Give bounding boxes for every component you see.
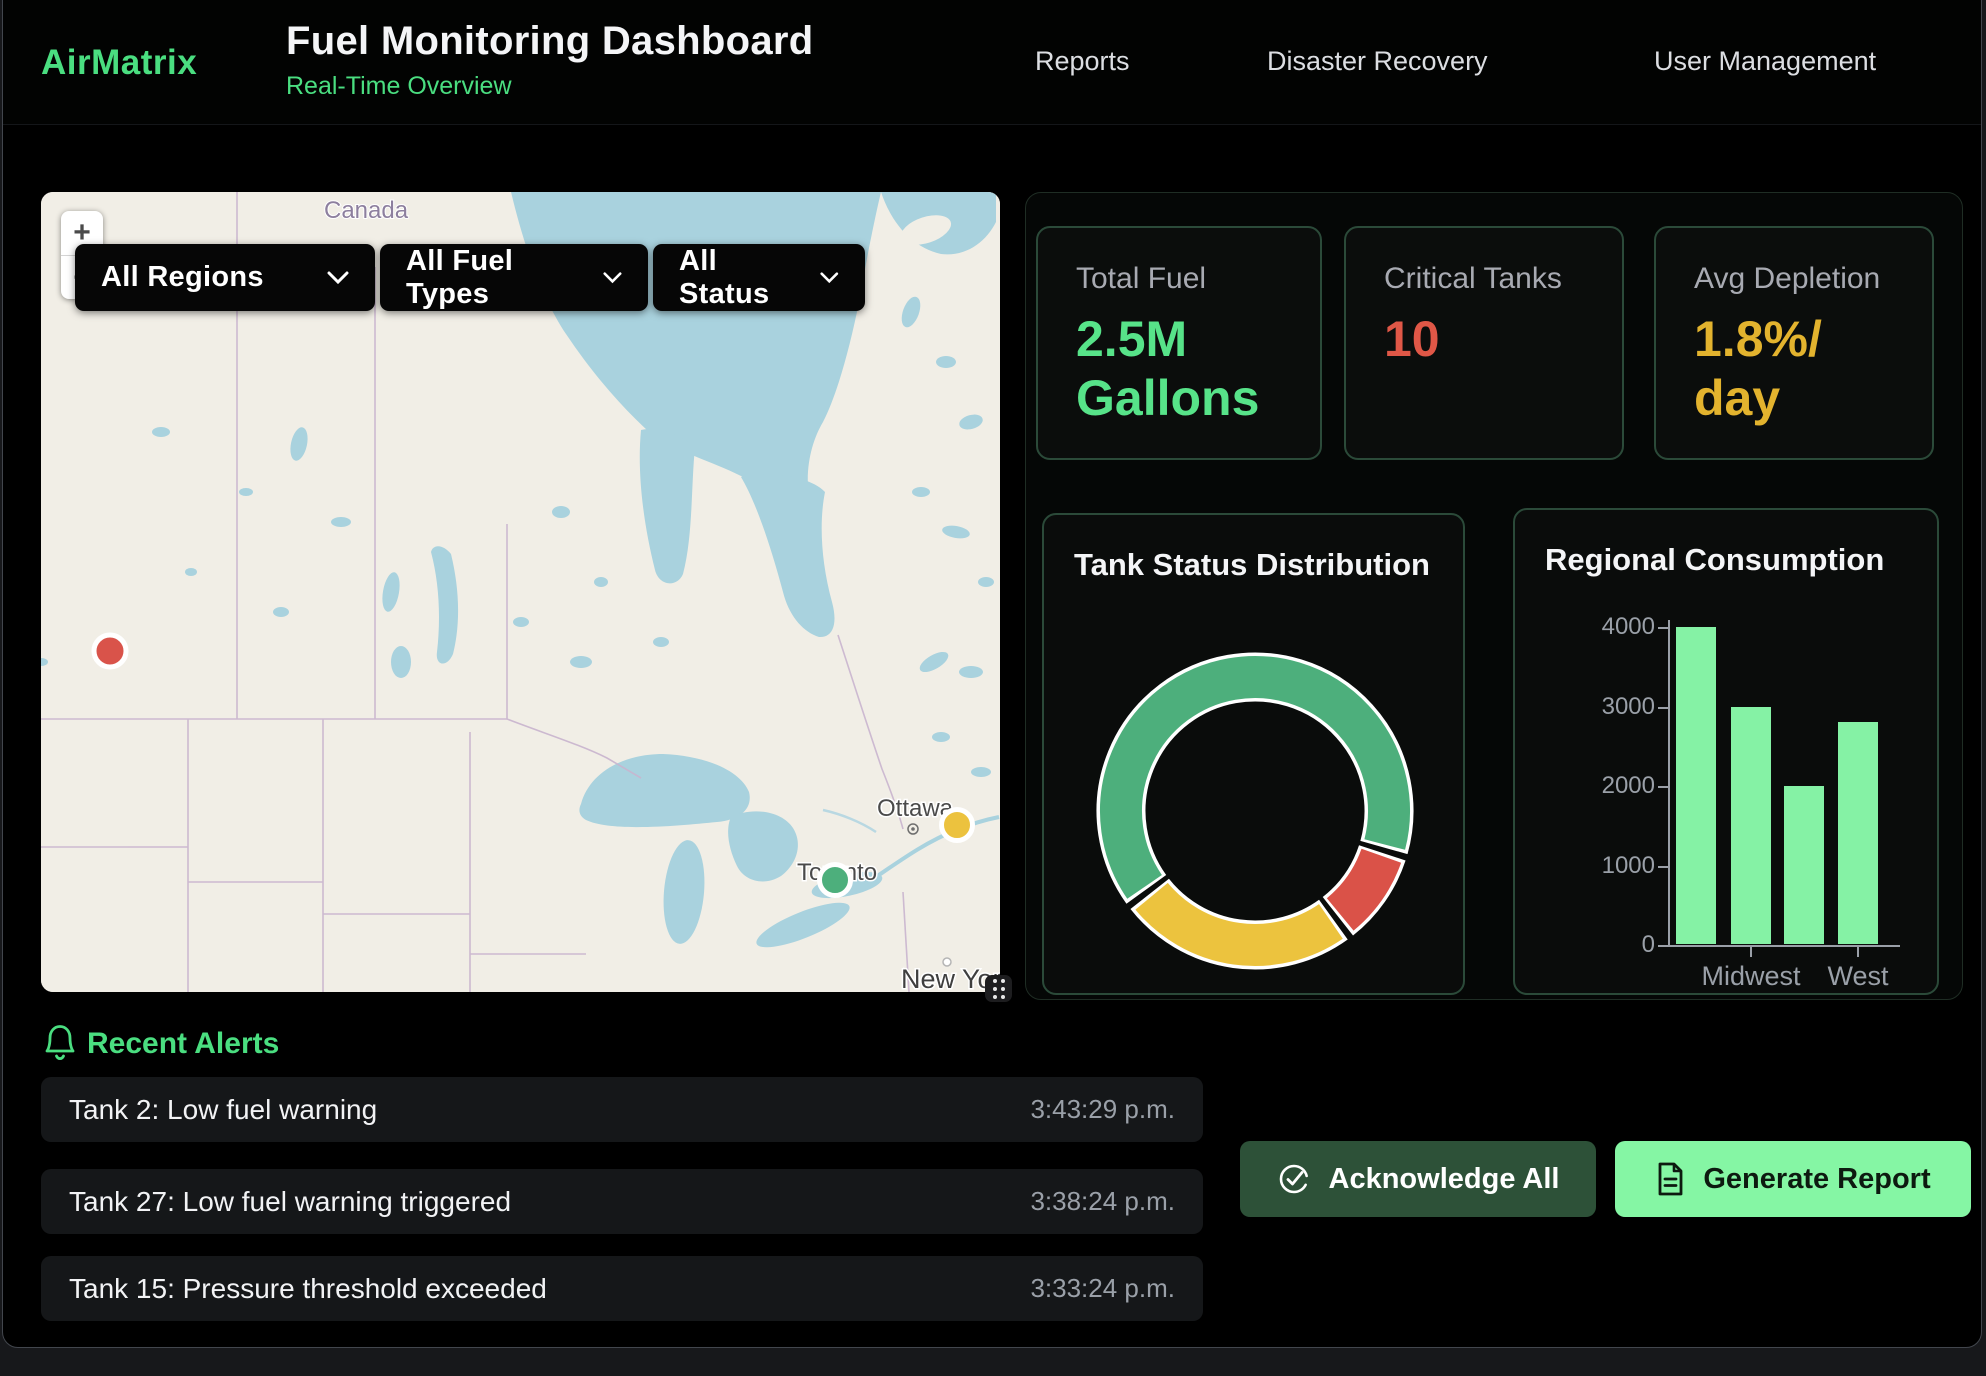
nav-disaster-recovery[interactable]: Disaster Recovery (1267, 0, 1488, 124)
alert-message: Tank 27: Low fuel warning triggered (69, 1186, 511, 1218)
alerts-section-title: Recent Alerts (87, 1027, 279, 1061)
donut-segment-normal (1121, 677, 1389, 887)
brand-logo: AirMatrix (41, 43, 197, 83)
nav-user-management[interactable]: User Management (1654, 0, 1876, 124)
status-filter-select[interactable]: All Status (653, 244, 865, 311)
x-tick-mark (1750, 947, 1752, 957)
stat-value: 1.8%/day (1694, 310, 1894, 428)
tank-status-donut-chart (1085, 641, 1425, 981)
button-label: Acknowledge All (1329, 1163, 1560, 1196)
stat-value: 10 (1384, 310, 1584, 369)
acknowledge-all-button[interactable]: Acknowledge All (1240, 1141, 1596, 1217)
stat-label: Total Fuel (1076, 262, 1282, 296)
generate-report-button[interactable]: Generate Report (1615, 1141, 1971, 1217)
screen: AirMatrix Fuel Monitoring Dashboard Real… (0, 0, 1986, 1376)
stat-label: Critical Tanks (1384, 262, 1584, 296)
y-tick-label: 0 (1545, 931, 1655, 959)
bar (1731, 707, 1771, 945)
stat-value: 2.5MGallons (1076, 310, 1282, 428)
nav-reports[interactable]: Reports (1035, 0, 1130, 124)
regional-consumption-panel: Regional Consumption 01000200030004000Mi… (1513, 508, 1939, 995)
alert-row: Tank 27: Low fuel warning triggered 3:38… (41, 1169, 1203, 1234)
alert-row: Tank 2: Low fuel warning 3:43:29 p.m. (41, 1077, 1203, 1142)
map-filters: All Regions All Fuel Types All Status (75, 244, 865, 311)
y-axis-line (1668, 620, 1670, 947)
x-tick-label: West (1778, 961, 1938, 992)
alert-message: Tank 2: Low fuel warning (69, 1094, 377, 1126)
page-title: Fuel Monitoring Dashboard (286, 19, 813, 64)
stat-card-avg-depletion: Avg Depletion 1.8%/day (1654, 226, 1934, 460)
y-tick-mark (1658, 627, 1668, 629)
alert-message: Tank 15: Pressure threshold exceeded (69, 1273, 547, 1305)
map-label-canada: Canada (324, 197, 409, 224)
x-tick-mark (1857, 947, 1859, 957)
chart-title: Tank Status Distribution (1074, 547, 1430, 583)
bar (1838, 722, 1878, 944)
resize-grip-handle[interactable] (985, 975, 1012, 1002)
app-window: AirMatrix Fuel Monitoring Dashboard Real… (2, 0, 1982, 1348)
region-filter-select[interactable]: All Regions (75, 244, 375, 311)
dashboard-panels: Total Fuel 2.5MGallons Critical Tanks 10… (1025, 192, 1963, 1000)
chevron-down-icon (327, 271, 349, 284)
stat-card-total-fuel: Total Fuel 2.5MGallons (1036, 226, 1322, 460)
status-filter-label: All Status (679, 245, 794, 311)
page-subtitle: Real-Time Overview (286, 72, 813, 101)
donut-segment-critical (1340, 856, 1381, 915)
y-tick-mark (1658, 945, 1668, 947)
check-circle-icon (1277, 1162, 1311, 1196)
map[interactable]: Canada Ottawa Toronto New York + − All R… (41, 192, 1000, 992)
y-tick-label: 4000 (1545, 613, 1655, 641)
y-tick-mark (1658, 866, 1668, 868)
map-marker-warning[interactable] (942, 810, 973, 841)
alert-row: Tank 15: Pressure threshold exceeded 3:3… (41, 1256, 1203, 1321)
y-tick-mark (1658, 786, 1668, 788)
region-filter-label: All Regions (101, 261, 264, 294)
header: AirMatrix Fuel Monitoring Dashboard Real… (3, 0, 1981, 125)
chevron-down-icon (603, 271, 622, 284)
stat-label: Avg Depletion (1694, 262, 1894, 296)
title-block: Fuel Monitoring Dashboard Real-Time Over… (286, 19, 813, 101)
y-tick-label: 2000 (1545, 772, 1655, 800)
bar (1676, 627, 1716, 944)
alert-timestamp: 3:43:29 p.m. (1030, 1094, 1175, 1125)
alert-timestamp: 3:38:24 p.m. (1030, 1186, 1175, 1217)
map-marker-normal[interactable] (820, 865, 851, 896)
x-axis-line (1658, 945, 1900, 947)
report-document-icon (1655, 1161, 1685, 1197)
chevron-down-icon (820, 271, 839, 284)
tank-status-distribution-panel: Tank Status Distribution (1042, 513, 1465, 995)
alert-timestamp: 3:33:24 p.m. (1030, 1273, 1175, 1304)
regional-consumption-bar-chart: 01000200030004000MidwestWest (1515, 510, 1937, 993)
fuel-type-filter-select[interactable]: All Fuel Types (380, 244, 648, 311)
y-tick-label: 3000 (1545, 693, 1655, 721)
button-label: Generate Report (1703, 1163, 1930, 1196)
y-tick-label: 1000 (1545, 852, 1655, 880)
map-svg: Canada Ottawa Toronto New York (41, 192, 1000, 992)
bar (1784, 786, 1824, 944)
bell-icon (43, 1023, 77, 1061)
fuel-type-filter-label: All Fuel Types (406, 245, 577, 311)
y-tick-mark (1658, 707, 1668, 709)
map-marker-critical[interactable] (94, 635, 126, 667)
stat-card-critical-tanks: Critical Tanks 10 (1344, 226, 1624, 460)
